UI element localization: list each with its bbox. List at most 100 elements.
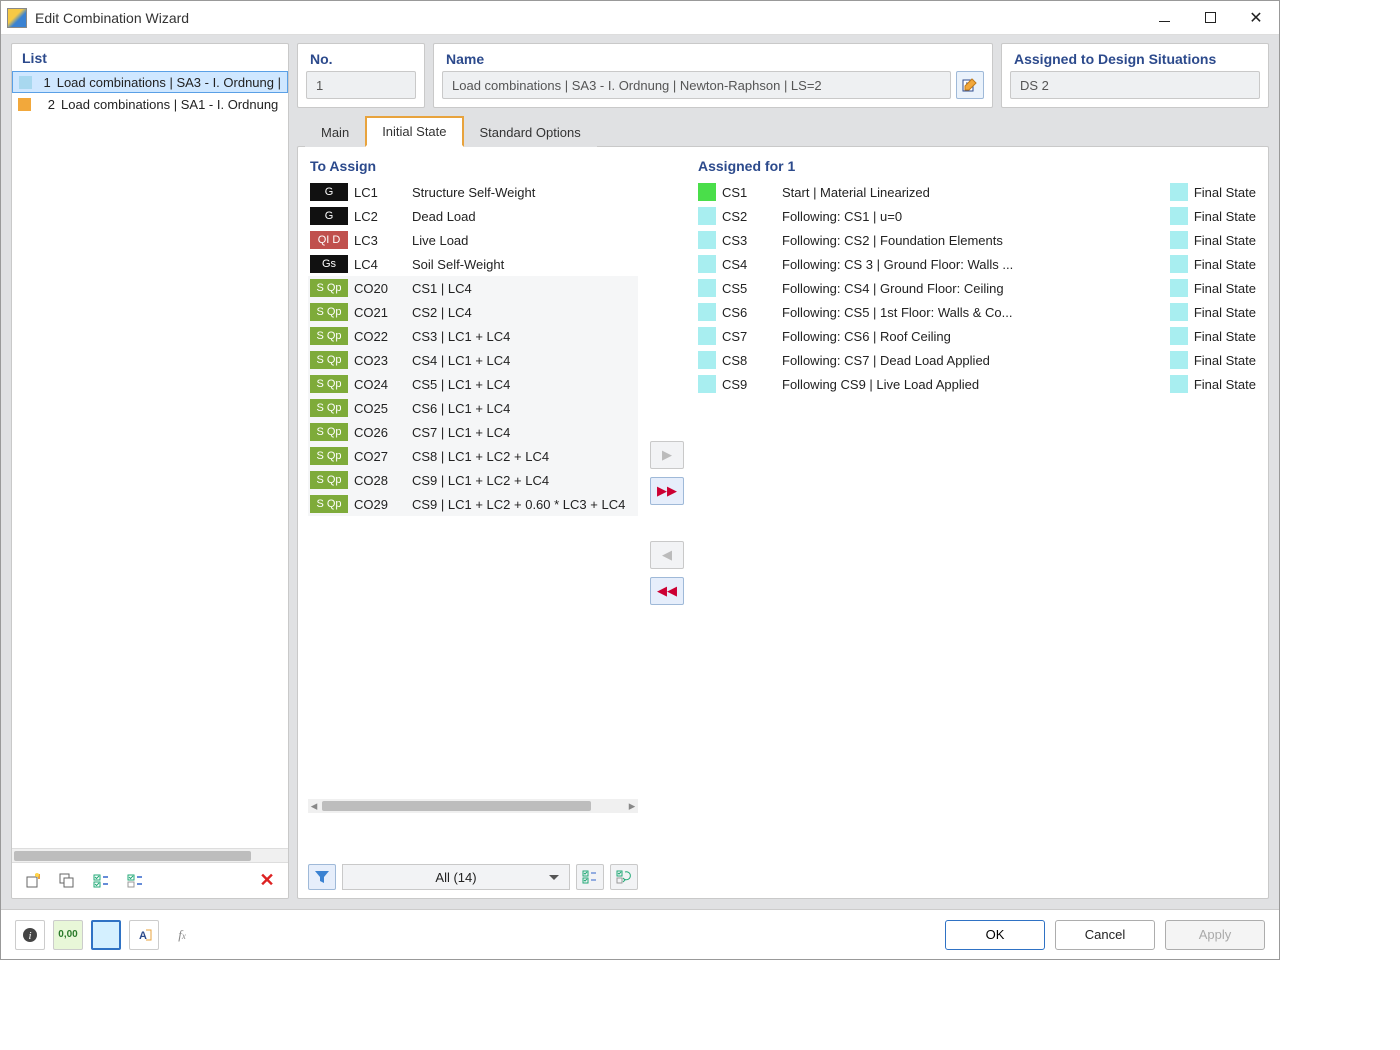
assigned-row[interactable]: CS1 Start | Material Linearized Final St… xyxy=(696,180,1258,204)
assigned-row[interactable]: CS5 Following: CS4 | Ground Floor: Ceili… xyxy=(696,276,1258,300)
to-assign-row[interactable]: S Qp CO29 CS9 | LC1 + LC2 + 0.60 * LC3 +… xyxy=(308,492,638,516)
list-body: 1 Load combinations | SA3 - I. Ordnung |… xyxy=(12,71,288,848)
maximize-button[interactable] xyxy=(1187,2,1233,34)
final-state-label: Final State xyxy=(1194,209,1256,224)
to-assign-grid[interactable]: G LC1 Structure Self-WeightG LC2 Dead Lo… xyxy=(308,180,638,858)
assigned-for-header: Assigned for 1 xyxy=(696,155,1258,180)
to-assign-row[interactable]: S Qp CO24 CS5 | LC1 + LC4 xyxy=(308,372,638,396)
final-state-cell: Final State xyxy=(1164,375,1256,393)
delete-button[interactable]: ✕ xyxy=(254,868,280,894)
desc-cell: Following: CS 3 | Ground Floor: Walls ..… xyxy=(782,257,1164,272)
filter-value: All (14) xyxy=(435,870,476,885)
list-item-number: 2 xyxy=(39,97,55,112)
uncheck-all-button[interactable] xyxy=(610,864,638,890)
category-tag: S Qp xyxy=(310,303,348,321)
final-state-tag xyxy=(1170,183,1188,201)
ok-button[interactable]: OK xyxy=(945,920,1045,950)
to-assign-row[interactable]: QI D LC3 Live Load xyxy=(308,228,638,252)
status-tag xyxy=(698,351,716,369)
category-tag: G xyxy=(310,207,348,225)
status-tag xyxy=(698,183,716,201)
assigned-row[interactable]: CS7 Following: CS6 | Roof Ceiling Final … xyxy=(696,324,1258,348)
category-tag: S Qp xyxy=(310,423,348,441)
assigned-row[interactable]: CS9 Following CS9 | Live Load Applied Fi… xyxy=(696,372,1258,396)
edit-name-button[interactable] xyxy=(956,71,984,99)
no-field-group: No. 1 xyxy=(297,43,425,108)
desc-cell: Live Load xyxy=(412,233,636,248)
category-tag: S Qp xyxy=(310,327,348,345)
filter-button[interactable] xyxy=(308,864,336,890)
tab-standard-options[interactable]: Standard Options xyxy=(464,118,597,147)
units-button[interactable]: 0,00 xyxy=(53,920,83,950)
to-assign-row[interactable]: Gs LC4 Soil Self-Weight xyxy=(308,252,638,276)
desc-cell: Following: CS6 | Roof Ceiling xyxy=(782,329,1164,344)
final-state-cell: Final State xyxy=(1164,279,1256,297)
assigned-row[interactable]: CS8 Following: CS7 | Dead Load Applied F… xyxy=(696,348,1258,372)
final-state-cell: Final State xyxy=(1164,207,1256,225)
category-tag: S Qp xyxy=(310,471,348,489)
close-button[interactable]: ✕ xyxy=(1233,2,1279,34)
desc-cell: CS4 | LC1 + LC4 xyxy=(412,353,636,368)
assigned-row[interactable]: CS3 Following: CS2 | Foundation Elements… xyxy=(696,228,1258,252)
apply-button[interactable]: Apply xyxy=(1165,920,1265,950)
to-assign-row[interactable]: G LC2 Dead Load xyxy=(308,204,638,228)
name-input[interactable]: Load combinations | SA3 - I. Ordnung | N… xyxy=(442,71,951,99)
move-right-button[interactable]: ▶ xyxy=(650,441,684,469)
list-item[interactable]: 2 Load combinations | SA1 - I. Ordnung xyxy=(12,93,288,115)
code-cell: CO25 xyxy=(354,401,412,416)
to-assign-row[interactable]: S Qp CO22 CS3 | LC1 + LC4 xyxy=(308,324,638,348)
upper-area: List 1 Load combinations | SA3 - I. Ordn… xyxy=(11,43,1269,899)
to-assign-row[interactable]: S Qp CO26 CS7 | LC1 + LC4 xyxy=(308,420,638,444)
assigned-row[interactable]: CS6 Following: CS5 | 1st Floor: Walls & … xyxy=(696,300,1258,324)
assigned-field-group: Assigned to Design Situations DS 2 xyxy=(1001,43,1269,108)
final-state-tag xyxy=(1170,279,1188,297)
assigned-row[interactable]: CS2 Following: CS1 | u=0 Final State xyxy=(696,204,1258,228)
to-assign-row[interactable]: S Qp CO27 CS8 | LC1 + LC2 + LC4 xyxy=(308,444,638,468)
category-tag: S Qp xyxy=(310,399,348,417)
assigned-for-column: Assigned for 1 CS1 Start | Material Line… xyxy=(696,155,1258,890)
select-all-button[interactable] xyxy=(88,868,114,894)
minimize-button[interactable] xyxy=(1141,2,1187,34)
check-all-button[interactable] xyxy=(576,864,604,890)
code-cell: CO23 xyxy=(354,353,412,368)
category-tag: S Qp xyxy=(310,351,348,369)
to-assign-scrollbar[interactable]: ◂ ▸ xyxy=(308,799,638,813)
list-horizontal-scrollbar[interactable] xyxy=(12,848,288,862)
desc-cell: CS9 | LC1 + LC2 + 0.60 * LC3 + LC4 xyxy=(412,497,636,512)
title-bar: Edit Combination Wizard ✕ xyxy=(1,1,1279,35)
formula-button[interactable]: fx xyxy=(167,920,197,950)
move-left-button[interactable]: ◀ xyxy=(650,541,684,569)
new-item-button[interactable] xyxy=(20,868,46,894)
list-item[interactable]: 1 Load combinations | SA3 - I. Ordnung | xyxy=(12,71,288,93)
assigned-row[interactable]: CS4 Following: CS 3 | Ground Floor: Wall… xyxy=(696,252,1258,276)
move-all-left-button[interactable]: ◀◀ xyxy=(650,577,684,605)
no-input[interactable]: 1 xyxy=(306,71,416,99)
tab-initial-state[interactable]: Initial State xyxy=(365,116,463,147)
deselect-all-button[interactable] xyxy=(122,868,148,894)
filter-dropdown[interactable]: All (14) xyxy=(342,864,570,890)
category-tag: QI D xyxy=(310,231,348,249)
cancel-button[interactable]: Cancel xyxy=(1055,920,1155,950)
assigned-for-grid[interactable]: CS1 Start | Material Linearized Final St… xyxy=(696,180,1258,890)
to-assign-row[interactable]: G LC1 Structure Self-Weight xyxy=(308,180,638,204)
to-assign-row[interactable]: S Qp CO23 CS4 | LC1 + LC4 xyxy=(308,348,638,372)
category-tag: S Qp xyxy=(310,375,348,393)
desc-cell: CS8 | LC1 + LC2 + LC4 xyxy=(412,449,636,464)
assigned-input[interactable]: DS 2 xyxy=(1010,71,1260,99)
to-assign-row[interactable]: S Qp CO25 CS6 | LC1 + LC4 xyxy=(308,396,638,420)
help-button[interactable]: i xyxy=(15,920,45,950)
color-mode-button[interactable] xyxy=(91,920,121,950)
final-state-cell: Final State xyxy=(1164,351,1256,369)
copy-item-button[interactable] xyxy=(54,868,80,894)
to-assign-row[interactable]: S Qp CO28 CS9 | LC1 + LC2 + LC4 xyxy=(308,468,638,492)
move-all-right-button[interactable]: ▶▶ xyxy=(650,477,684,505)
category-tag: S Qp xyxy=(310,279,348,297)
text-tool-button[interactable]: A xyxy=(129,920,159,950)
code-cell: CO20 xyxy=(354,281,412,296)
to-assign-row[interactable]: S Qp CO21 CS2 | LC4 xyxy=(308,300,638,324)
code-cell: LC3 xyxy=(354,233,412,248)
to-assign-row[interactable]: S Qp CO20 CS1 | LC4 xyxy=(308,276,638,300)
tab-main[interactable]: Main xyxy=(305,118,365,147)
final-state-cell: Final State xyxy=(1164,327,1256,345)
status-tag xyxy=(698,231,716,249)
